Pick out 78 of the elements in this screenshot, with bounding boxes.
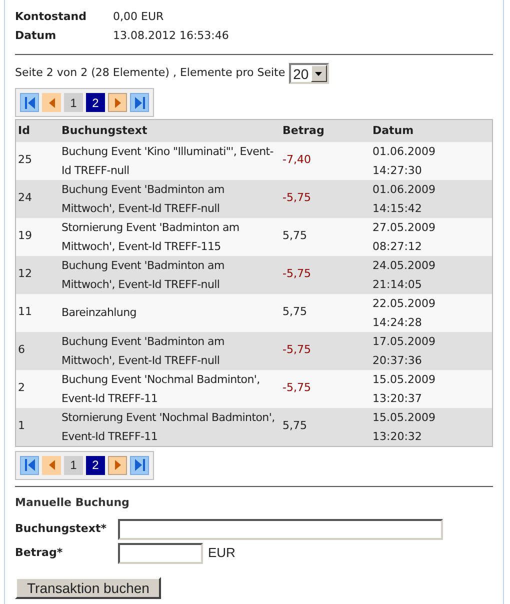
next-page-button[interactable] (108, 93, 127, 112)
summary-value: 0,00 EUR (113, 9, 164, 26)
table-cell: Buchung Event 'Badminton am Mittwoch', Event-Id TREFF-null (60, 256, 280, 294)
date-text: 15.05.2009 (372, 372, 436, 388)
section-title: Manuelle Buchung (15, 494, 130, 510)
input-field[interactable] (118, 542, 203, 564)
first-page-icon (24, 459, 34, 471)
table-cell: 12 (16, 256, 60, 294)
page-button[interactable]: 2 (86, 456, 105, 474)
table-cell: 19 (16, 218, 60, 256)
first-page-button[interactable] (20, 93, 39, 112)
field-label: Betrag* (15, 544, 64, 561)
time-text: 13:20:37 (372, 390, 423, 406)
time-text: 08:27:12 (372, 238, 423, 254)
table-cell: 5,75 (280, 294, 370, 332)
next-page-button[interactable] (108, 456, 127, 474)
time-text: 14:27:30 (372, 162, 423, 178)
time-text: 20:37:36 (372, 352, 423, 368)
previous-page-button[interactable] (42, 93, 61, 112)
table-cell: Buchung Event 'Badminton am Mittwoch', Event-Id TREFF-null (60, 180, 280, 218)
input-field[interactable] (118, 518, 443, 540)
last-page-icon (134, 459, 144, 471)
time-text: 13:20:32 (372, 428, 423, 444)
table-cell: -5,75 (280, 180, 370, 218)
table-cell: -5,75 (280, 256, 370, 294)
date-text: 15.05.2009 (372, 410, 436, 426)
table-cell: 24 (16, 180, 60, 218)
date-text: 17.05.2009 (372, 334, 436, 350)
field-label: Buchungstext* (15, 520, 108, 537)
time-text: 14:15:42 (372, 200, 423, 216)
previous-page-button[interactable] (42, 456, 61, 474)
table-cell: 6 (16, 332, 60, 370)
page-button[interactable]: 1 (64, 93, 83, 112)
last-page-button[interactable] (130, 93, 149, 112)
next-page-icon (114, 460, 120, 470)
table-cell: 5,75 (280, 408, 370, 446)
paging-info: Seite 2 von 2 (28 Elemente) , Elemente pro Seite (15, 65, 286, 82)
previous-page-icon (48, 460, 54, 470)
submit-button[interactable]: Transaktion buchen (15, 577, 162, 599)
page-button[interactable]: 1 (64, 456, 83, 474)
table-cell: 1 (16, 408, 60, 446)
date-text: 27.05.2009 (372, 220, 436, 236)
table-cell: -5,75 (280, 370, 370, 408)
table-cell: 2 (16, 370, 60, 408)
table-cell: Buchung Event 'Badminton am Mittwoch', Event-Id TREFF-null (60, 332, 280, 370)
column-header: Buchungstext (60, 120, 280, 142)
page-button[interactable]: 2 (86, 93, 105, 112)
table-cell: -7,40 (280, 142, 370, 180)
table-cell: Buchung Event 'Nochmal Badminton', Event-Id TREFF-11 (60, 370, 280, 408)
table-cell: 11 (16, 294, 60, 332)
column-header: Id (16, 120, 60, 142)
column-header: Datum (370, 120, 492, 142)
previous-page-icon (48, 98, 54, 108)
table-cell: Stornierung Event 'Badminton am Mittwoch', Event-Id TREFF-115 (60, 218, 280, 256)
summary-value: 13.08.2012 16:53:46 (113, 28, 229, 44)
table-cell: Bareinzahlung (60, 294, 280, 332)
table-cell: Buchung Event 'Kino "Illuminati"', Event-Id TREFF-null (60, 142, 280, 180)
date-text: 24.05.2009 (372, 258, 436, 274)
table-cell: Stornierung Event 'Nochmal Badminton', Event-Id TREFF-11 (60, 408, 280, 446)
table-cell: 5,75 (280, 218, 370, 256)
last-page-icon (134, 96, 144, 108)
page-size-select[interactable]: 20 (289, 63, 329, 84)
first-page-button[interactable] (20, 456, 39, 474)
first-page-icon (24, 96, 34, 108)
date-text: 01.06.2009 (372, 144, 436, 160)
time-text: 21:14:05 (372, 276, 423, 292)
date-text: 22.05.2009 (372, 296, 436, 312)
caret-icon (315, 72, 322, 76)
summary-label: Kontostand (15, 9, 88, 26)
table-cell: -5,75 (280, 332, 370, 370)
date-text: 01.06.2009 (372, 182, 436, 198)
table-cell: 25 (16, 142, 60, 180)
time-text: 14:24:28 (372, 314, 423, 330)
summary-label: Datum (15, 28, 58, 44)
last-page-button[interactable] (130, 456, 149, 474)
next-page-icon (114, 98, 120, 108)
unit-label: EUR (208, 544, 236, 562)
column-header: Betrag (280, 120, 370, 142)
